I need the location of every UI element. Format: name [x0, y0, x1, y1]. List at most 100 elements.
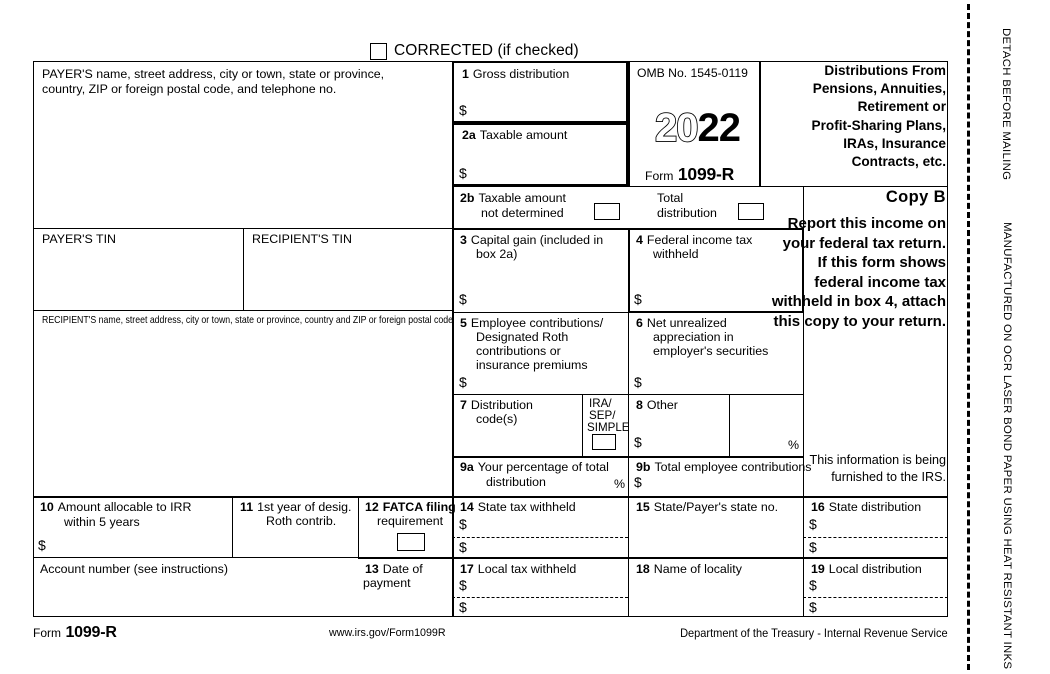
- box-7-field[interactable]: [459, 428, 577, 452]
- box-6-text-1: Net unrealized: [646, 316, 727, 330]
- box-8-percent-field[interactable]: [733, 431, 786, 452]
- box-18-number: 18: [636, 562, 650, 576]
- box-13-text-1: Date of: [382, 562, 423, 576]
- box-2b-text-1: Taxable amount: [478, 191, 566, 205]
- box-16-field-2[interactable]: [822, 537, 942, 555]
- box-16-text: State distribution: [828, 500, 922, 514]
- box-16-field-1[interactable]: [822, 514, 942, 534]
- box-12-label-line2: requirement: [377, 514, 444, 528]
- title-line-5: IRAs, Insurance: [843, 135, 946, 151]
- box-9a-field[interactable]: [562, 472, 612, 492]
- box-16-dollar-sign-2: $: [809, 539, 817, 555]
- payer-name-line-2: country, ZIP or foreign postal code, and…: [42, 82, 337, 97]
- account-number-field[interactable]: [38, 580, 348, 612]
- box-5-number: 5: [460, 316, 467, 330]
- box-14-field-1[interactable]: [472, 514, 622, 534]
- box-2a-dollar-sign: $: [459, 165, 467, 181]
- box-16-number: 16: [811, 500, 825, 514]
- detach-before-mailing-text: DETACH BEFORE MAILING: [1000, 28, 1012, 181]
- box-2b-total-label-1: Total: [657, 191, 684, 205]
- box-10-label-line2: within 5 years: [64, 515, 140, 529]
- box-12-number: 12: [365, 500, 379, 514]
- footer-url[interactable]: www.irs.gov/Form1099R: [329, 627, 446, 639]
- box-14-label: 14 State tax withheld: [460, 500, 576, 514]
- box-18-field-2[interactable]: [636, 597, 798, 615]
- box-9a-label-line2: distribution: [486, 475, 546, 489]
- box-5-field[interactable]: [472, 371, 622, 391]
- divider-7-ira: [582, 394, 583, 456]
- box-14-field-2[interactable]: [472, 537, 622, 555]
- box-16-label: 16 State distribution: [811, 500, 921, 514]
- recipient-tin-label: RECIPIENT'S TIN: [252, 232, 352, 246]
- box-6-number: 6: [636, 316, 643, 330]
- box-3-field[interactable]: [472, 288, 622, 309]
- payer-tin-label: PAYER'S TIN: [42, 232, 116, 246]
- box-11-number: 11: [240, 500, 254, 514]
- payer-name-field[interactable]: [35, 100, 450, 220]
- box-14-dollar-sign-1: $: [459, 516, 467, 532]
- payer-tin-field[interactable]: [36, 248, 240, 306]
- box-5-label-line3: contributions or: [476, 344, 561, 358]
- box-2b-total-checkbox[interactable]: [738, 203, 764, 220]
- corrected-row: CORRECTED (if checked): [370, 42, 579, 60]
- box-10-dollar-sign: $: [38, 537, 46, 553]
- tax-year-prefix: 20: [654, 106, 699, 150]
- box-5-dollar-sign: $: [459, 374, 467, 390]
- box-7-text-1: Distribution: [470, 398, 533, 412]
- box-16-dollar-sign-1: $: [809, 516, 817, 532]
- box-1-label: 1 Gross distribution: [462, 67, 569, 81]
- box-19-dollar-sign-1: $: [809, 577, 817, 593]
- box-17-field-1[interactable]: [472, 575, 622, 595]
- box-3-label-line2: box 2a): [476, 247, 518, 261]
- rule-below-10-11: [33, 557, 358, 558]
- box-2b-number: 2b: [460, 191, 475, 205]
- box-9b-field[interactable]: [648, 472, 798, 492]
- box-19-field-1[interactable]: [822, 575, 942, 595]
- divider-tins: [243, 228, 244, 310]
- title-line-3: Retirement or: [857, 99, 946, 115]
- form-title-block: Distributions From Pensions, Annuities, …: [770, 62, 946, 171]
- box-3-number: 3: [460, 233, 467, 247]
- box-13-field[interactable]: [363, 592, 448, 614]
- box-11-field[interactable]: [240, 530, 352, 554]
- box-19-field-2[interactable]: [822, 597, 942, 615]
- recipient-address-label: RECIPIENT'S name, street address, city o…: [42, 315, 454, 326]
- account-number-label: Account number (see instructions): [40, 562, 229, 576]
- box-17-text: Local tax withheld: [477, 562, 577, 576]
- recipient-address-field[interactable]: [36, 332, 450, 492]
- box-4-label-line2: withheld: [653, 247, 699, 261]
- box-17-field-2[interactable]: [472, 597, 622, 615]
- box-6-field[interactable]: [648, 371, 798, 391]
- box-2a-label: 2a Taxable amount: [462, 128, 567, 142]
- form-word-top: Form: [645, 169, 674, 183]
- box-10-field[interactable]: [52, 534, 227, 554]
- box-1-text: Gross distribution: [472, 67, 570, 81]
- box-19-dollar-sign-2: $: [809, 599, 817, 615]
- box-2b-checkbox[interactable]: [594, 203, 620, 220]
- box-12-checkbox[interactable]: [397, 533, 425, 551]
- corrected-checkbox[interactable]: [370, 42, 387, 60]
- box-18-text: Name of locality: [653, 562, 742, 576]
- box-18-field-1[interactable]: [636, 575, 798, 595]
- box-15-field-1[interactable]: [636, 514, 798, 534]
- box-12-label: 12 FATCA filing: [365, 500, 460, 514]
- box-2b-label-line2: not determined: [481, 206, 564, 220]
- box-7-ira-checkbox[interactable]: [592, 434, 616, 450]
- box-15-field-2[interactable]: [636, 537, 798, 555]
- box-4-dollar-sign: $: [634, 291, 642, 307]
- footer-form-word: Form: [33, 626, 61, 640]
- box-9a-number: 9a: [460, 460, 474, 474]
- box-8-dollar-sign: $: [634, 434, 642, 450]
- box-8-field[interactable]: [648, 431, 724, 452]
- recipient-tin-field[interactable]: [246, 248, 449, 306]
- tax-year-suffix: 22: [697, 106, 741, 150]
- box-15-text: State/Payer's state no.: [653, 500, 779, 514]
- divider-omb-left: [628, 61, 630, 186]
- footer-form-number: Form 1099-R: [33, 624, 117, 642]
- divider-11-12: [358, 496, 359, 557]
- box-9a-percent-sign: %: [614, 477, 626, 491]
- box-8-number: 8: [636, 398, 643, 412]
- box-15-label: 15 State/Payer's state no.: [636, 500, 778, 514]
- box-4-label: 4 Federal income tax: [636, 233, 752, 247]
- tax-year: 2022: [654, 106, 741, 150]
